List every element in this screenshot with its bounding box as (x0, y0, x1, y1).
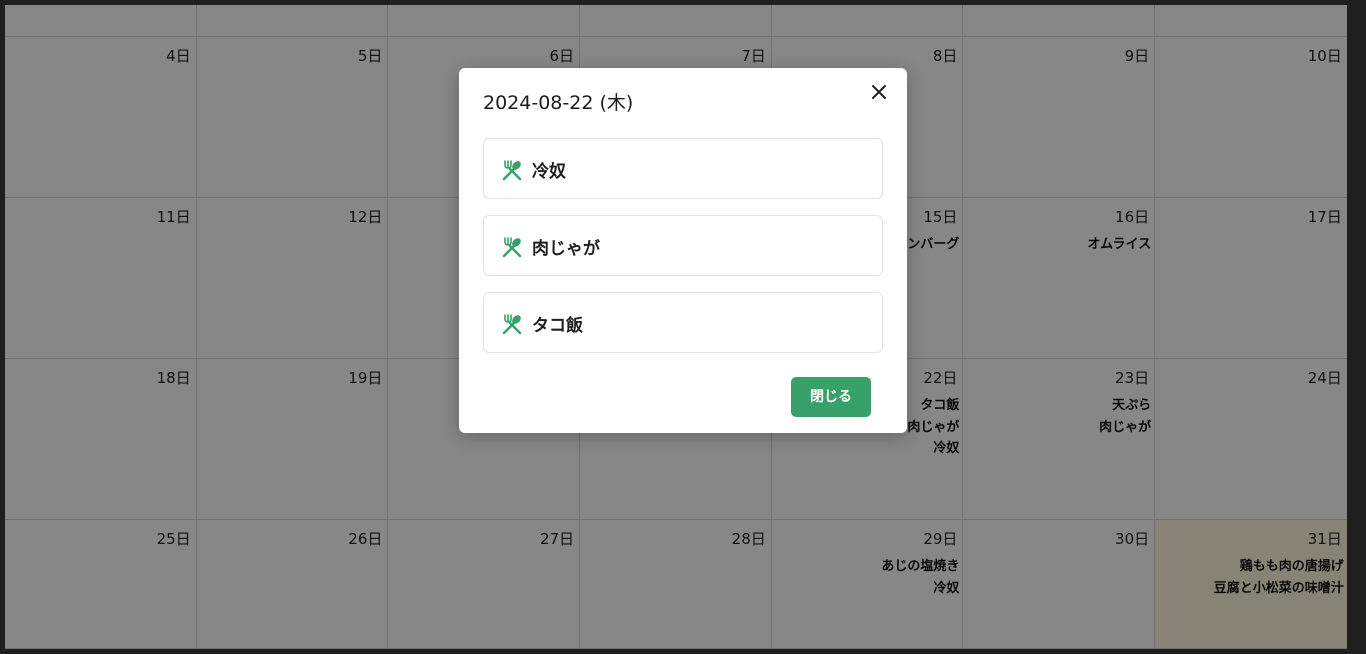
meal-item[interactable]: タコ飯 (483, 292, 883, 353)
meal-item[interactable]: 冷奴 (483, 138, 883, 199)
meal-item-label: タコ飯 (532, 316, 583, 336)
modal-title: 2024-08-22 (木) (483, 92, 634, 114)
utensils-icon (501, 236, 523, 258)
close-icon[interactable] (867, 80, 891, 104)
utensils-icon (501, 313, 523, 335)
meal-item-label: 冷奴 (532, 162, 566, 182)
utensils-icon (501, 159, 523, 181)
meal-item[interactable]: 肉じゃが (483, 215, 883, 276)
meal-item-label: 肉じゃが (532, 239, 600, 259)
close-button[interactable]: 閉じる (791, 377, 871, 417)
meal-modal: 2024-08-22 (木) 冷奴 肉じゃが タコ飯 閉じる (459, 68, 907, 433)
page: 4日5日6日7日8日9日10日11日12日13日14日15日ハンバーグ16日オム… (0, 0, 1366, 654)
